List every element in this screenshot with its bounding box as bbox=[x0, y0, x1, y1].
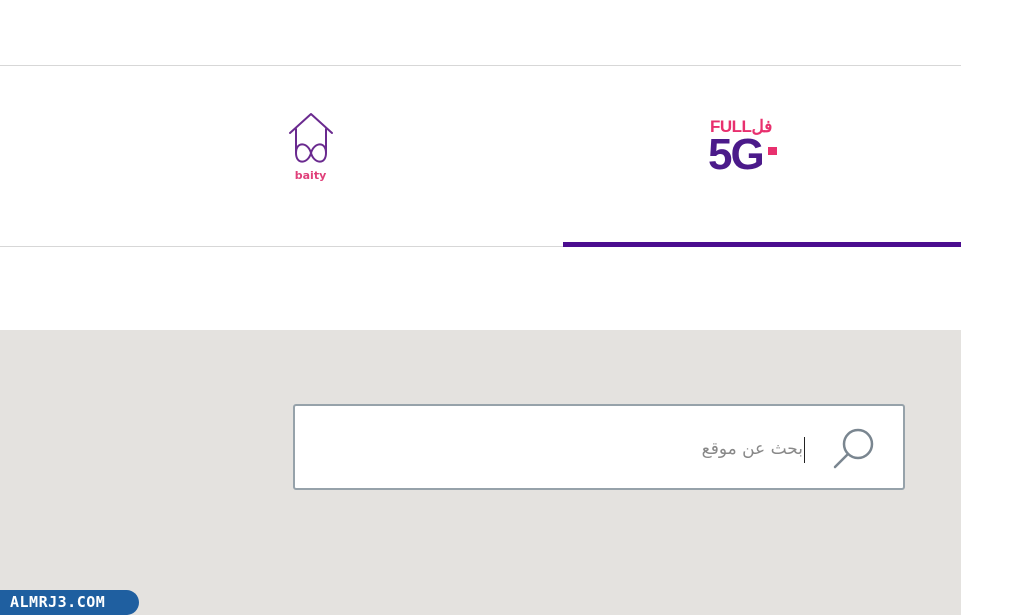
search-field[interactable] bbox=[293, 404, 905, 490]
tab-bar-divider bbox=[0, 246, 563, 247]
baity-label: baity bbox=[294, 168, 327, 182]
5g-accent-mark bbox=[768, 147, 777, 155]
tab-bar: FULLفل 5G baity bbox=[0, 66, 961, 247]
tab-5g[interactable]: FULLفل 5G bbox=[563, 66, 961, 247]
page: FULLفل 5G baity ALMRJ3.COM bbox=[0, 0, 1024, 615]
active-tab-indicator bbox=[563, 242, 961, 247]
search-icon[interactable] bbox=[831, 426, 877, 472]
full-5g-logo: FULLفل 5G bbox=[708, 116, 784, 186]
baity-logo: baity bbox=[281, 111, 341, 191]
text-caret bbox=[804, 437, 805, 463]
house-infinity-icon bbox=[288, 112, 333, 163]
5g-label: 5G bbox=[708, 130, 765, 179]
watermark: ALMRJ3.COM bbox=[0, 590, 139, 615]
tab-baity[interactable]: baity bbox=[0, 66, 563, 247]
search-input[interactable] bbox=[315, 432, 803, 466]
